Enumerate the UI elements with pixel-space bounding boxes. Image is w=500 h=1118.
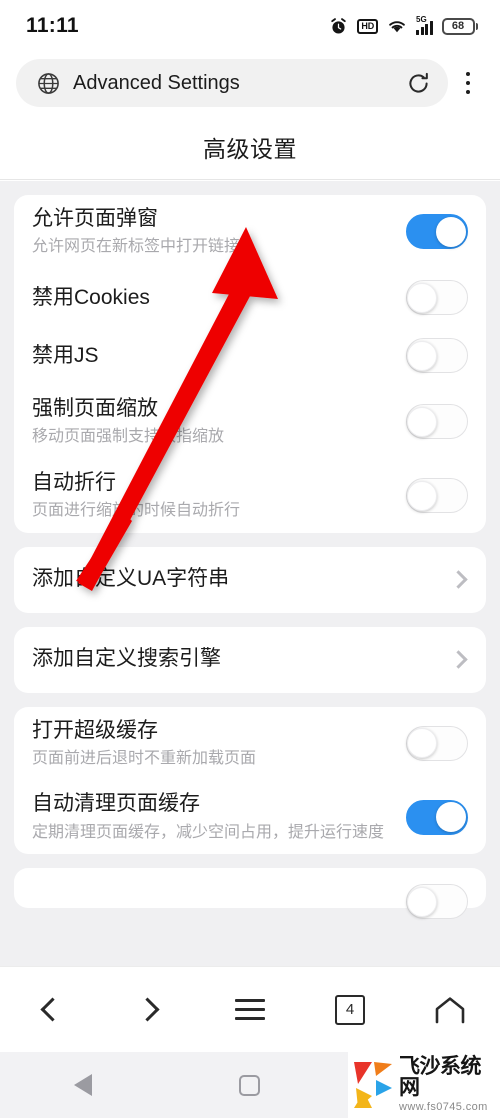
row-subtitle: 允许网页在新标签中打开链接: [32, 238, 241, 256]
system-back-button[interactable]: [38, 1063, 128, 1107]
triangle-back-icon: [74, 1074, 93, 1096]
row-texts: 添加自定义UA字符串: [32, 566, 452, 592]
row-texts: 禁用JS: [32, 343, 406, 369]
toggle-allow-popups[interactable]: [406, 214, 468, 250]
setting-row-allow-popups[interactable]: 允许页面弹窗 允许网页在新标签中打开链接: [32, 195, 468, 269]
home-icon: [435, 996, 465, 1023]
setting-row-custom-search-engine[interactable]: 添加自定义搜索引擎: [32, 627, 468, 693]
setting-row-custom-ua[interactable]: 添加自定义UA字符串: [32, 547, 468, 613]
row-title: 添加自定义UA字符串: [32, 567, 230, 591]
row-title: 允许页面弹窗: [32, 207, 158, 230]
row-title: 禁用Cookies: [32, 285, 150, 309]
toggle-partial[interactable]: [406, 884, 468, 920]
setting-row-auto-clear-cache[interactable]: 自动清理页面缓存 定期清理页面缓存，减少空间占用，提升运行速度: [32, 780, 468, 854]
settings-card-general: 允许页面弹窗 允许网页在新标签中打开链接 禁用Cookies 禁用JS 强制页面…: [14, 195, 486, 533]
row-title: 打开超级缓存: [32, 718, 158, 742]
watermark: 飞沙系统网 www.fs0745.com: [348, 1050, 500, 1118]
row-texts: 添加自定义搜索引擎: [32, 646, 452, 672]
status-bar: 11:11 HD 5G 68: [0, 0, 500, 52]
row-subtitle: 页面进行缩放的时候自动折行: [32, 501, 241, 519]
row-title: 强制页面缩放: [32, 396, 158, 420]
toggle-force-zoom[interactable]: [406, 404, 468, 440]
browser-toolbar: 4: [0, 966, 500, 1052]
setting-row-disable-cookies[interactable]: 禁用Cookies: [32, 269, 468, 327]
battery-level: 68: [441, 17, 475, 35]
watermark-site-name: 飞沙系统网: [399, 1054, 482, 1099]
hd-icon: HD: [357, 18, 378, 34]
row-texts: 强制页面缩放 移动页面强制支持双指缩放: [32, 396, 406, 448]
toolbar-back-button[interactable]: [13, 980, 87, 1040]
system-home-button[interactable]: [205, 1063, 295, 1107]
browser-address-row: Advanced Settings: [0, 52, 500, 114]
row-texts: 打开超级缓存 页面前进后退时不重新加载页面: [32, 718, 406, 770]
row-texts: 自动折行 页面进行缩放的时候自动折行: [32, 470, 406, 522]
row-texts: 禁用Cookies: [32, 285, 406, 311]
setting-row-super-cache[interactable]: 打开超级缓存 页面前进后退时不重新加载页面: [32, 707, 468, 781]
toolbar-menu-button[interactable]: [213, 980, 287, 1040]
chevron-right-icon: [135, 997, 160, 1022]
globe-icon: [38, 72, 59, 94]
network-type-label: 5G: [416, 14, 427, 24]
chevron-right-icon: [449, 570, 468, 589]
status-clock: 11:11: [26, 14, 79, 37]
settings-card-next-partial: [14, 868, 486, 920]
toggle-disable-cookies[interactable]: [406, 280, 468, 316]
row-subtitle: 移动页面强制支持双指缩放: [32, 428, 225, 446]
page-title: 高级设置: [0, 114, 500, 180]
settings-card-custom-search: 添加自定义搜索引擎: [14, 626, 486, 693]
toggle-disable-js[interactable]: [406, 338, 468, 374]
watermark-logo-icon: [354, 1062, 392, 1108]
refresh-icon[interactable]: [405, 70, 432, 97]
row-title: 自动折行: [32, 470, 116, 494]
toggle-super-cache[interactable]: [406, 725, 468, 761]
address-bar[interactable]: Advanced Settings: [16, 59, 448, 107]
setting-row-auto-wrap[interactable]: 自动折行 页面进行缩放的时候自动折行: [32, 459, 468, 533]
setting-row-disable-js[interactable]: 禁用JS: [32, 327, 468, 385]
settings-card-cache: 打开超级缓存 页面前进后退时不重新加载页面 自动清理页面缓存 定期清理页面缓存，…: [14, 706, 486, 855]
square-home-icon: [239, 1074, 261, 1096]
tab-count-badge: 4: [335, 994, 365, 1025]
row-subtitle: 页面前进后退时不重新加载页面: [32, 749, 257, 767]
phone-screen: 11:11 HD 5G 68 Advanced Settings 高级设置 允许…: [0, 0, 500, 1118]
hamburger-menu-icon: [235, 999, 265, 1020]
toggle-auto-clear-cache[interactable]: [406, 799, 468, 835]
row-title: 禁用JS: [32, 343, 99, 367]
battery-icon: 68: [441, 17, 478, 35]
address-text: Advanced Settings: [73, 71, 240, 94]
settings-list[interactable]: 允许页面弹窗 允许网页在新标签中打开链接 禁用Cookies 禁用JS 强制页面…: [0, 181, 500, 986]
toolbar-tabs-button[interactable]: 4: [313, 980, 387, 1040]
toggle-auto-wrap[interactable]: [406, 478, 468, 514]
row-subtitle: 定期清理页面缓存，减少空间占用，提升运行速度: [32, 823, 385, 841]
wifi-icon: [389, 21, 405, 33]
chevron-left-icon: [40, 997, 65, 1022]
setting-row-partial[interactable]: [32, 868, 468, 930]
row-texts: 允许页面弹窗 允许网页在新标签中打开链接: [32, 206, 406, 258]
row-title: 添加自定义搜索引擎: [32, 647, 221, 671]
toolbar-home-button[interactable]: [413, 980, 487, 1040]
watermark-texts: 飞沙系统网 www.fs0745.com: [399, 1056, 500, 1113]
kebab-menu-icon[interactable]: [448, 59, 488, 107]
signal-5g-icon: 5G: [416, 14, 433, 35]
watermark-url: www.fs0745.com: [399, 1100, 488, 1113]
setting-row-force-zoom[interactable]: 强制页面缩放 移动页面强制支持双指缩放: [32, 385, 468, 459]
settings-card-custom-ua: 添加自定义UA字符串: [14, 546, 486, 613]
row-texts: 自动清理页面缓存 定期清理页面缓存，减少空间占用，提升运行速度: [32, 791, 406, 843]
chevron-right-icon: [449, 650, 468, 669]
status-icons: HD 5G 68: [329, 14, 478, 36]
toolbar-forward-button[interactable]: [113, 980, 187, 1040]
row-title: 自动清理页面缓存: [32, 792, 200, 816]
alarm-icon: [331, 17, 347, 34]
